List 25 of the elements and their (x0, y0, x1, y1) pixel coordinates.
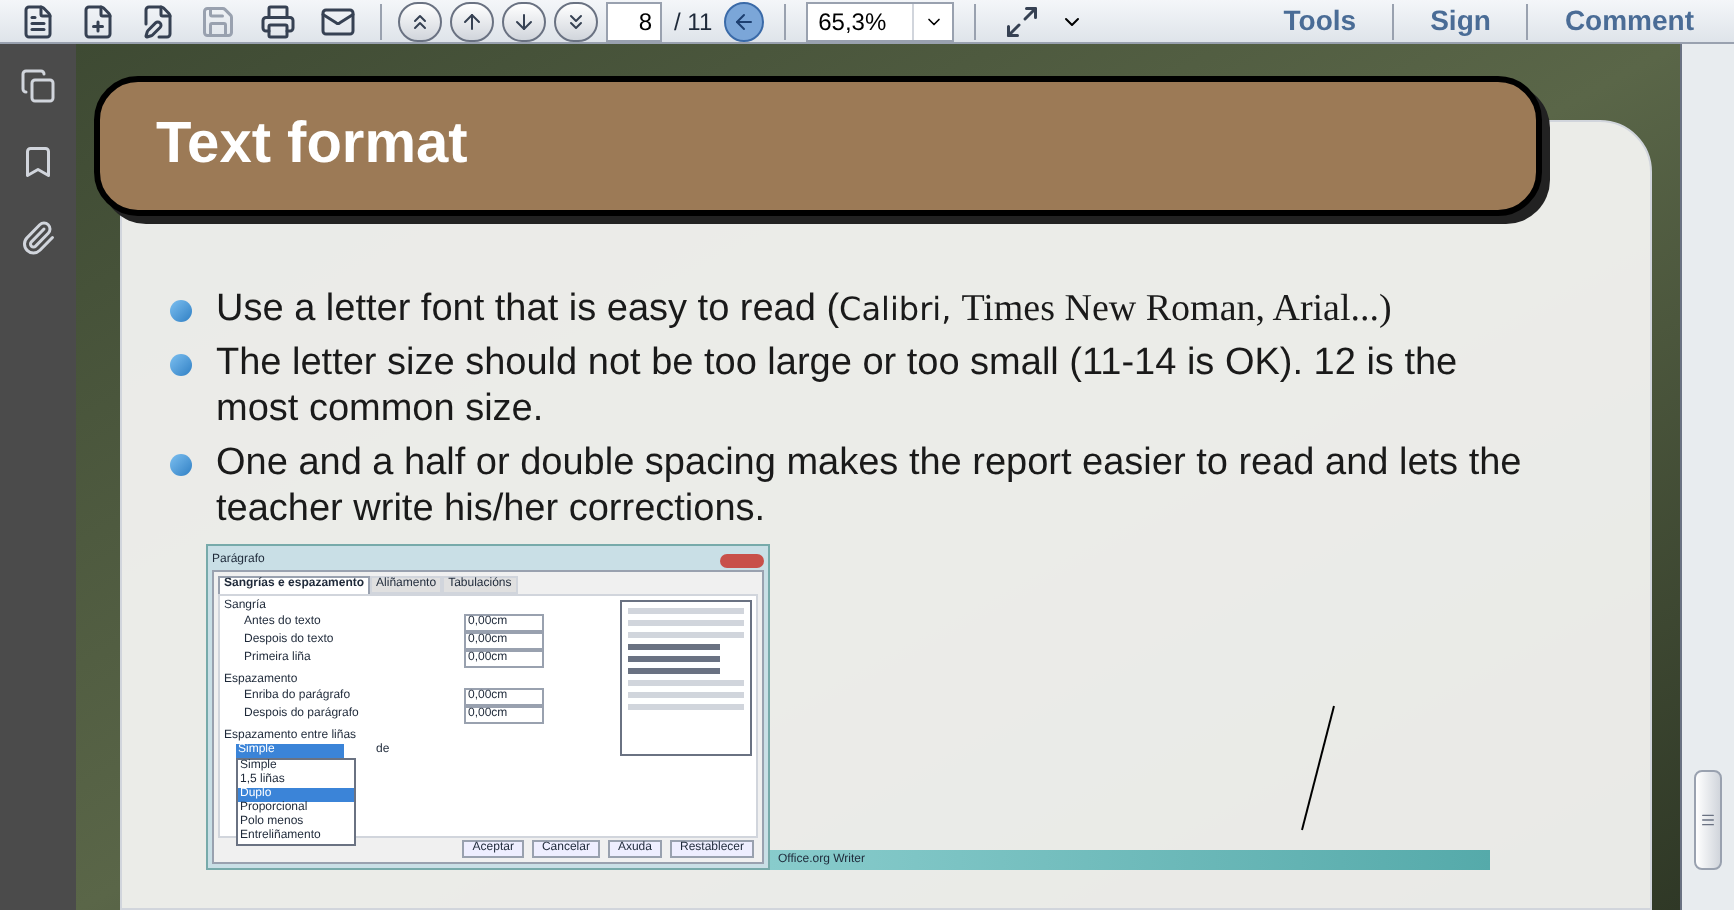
bookmark-icon[interactable] (20, 144, 56, 180)
page-number-field[interactable]: 8 (606, 1, 662, 41)
pages-icon[interactable] (20, 68, 56, 104)
last-page-icon[interactable] (554, 1, 598, 41)
bullet-icon (170, 300, 192, 322)
close-icon (720, 553, 764, 567)
bullet-icon (170, 454, 192, 476)
bullet-text: The letter size should not be too large or too small (11-14 is OK). 12 is the most common size. (216, 340, 1460, 432)
back-icon[interactable] (724, 1, 765, 41)
slide-title: Text format (156, 110, 468, 181)
bullet-icon (170, 354, 192, 376)
toolbar-link[interactable]: Tools (1255, 0, 1385, 42)
bullet-text: Use a letter font that is easy to read (Calibri, Times New Roman, Arial...) (216, 286, 1392, 332)
bullet-text: One and a half or double spacing makes the report easier to read and lets the teacher write his/her corrections. (216, 440, 1524, 532)
previous-page-icon[interactable] (450, 1, 494, 41)
toolbar-link[interactable]: Sign (1402, 0, 1519, 42)
zoom-field[interactable]: 65,3% (806, 1, 955, 41)
scrollbar[interactable] (1680, 44, 1734, 910)
page-total: / 11 (674, 5, 713, 39)
line-drawing (1300, 704, 1336, 832)
next-page-icon[interactable] (502, 1, 546, 41)
attachment-icon[interactable] (20, 220, 56, 256)
scroll-thumb[interactable] (1694, 770, 1722, 870)
toolbar-link[interactable]: Comment (1536, 0, 1722, 42)
first-page-icon[interactable] (398, 1, 442, 41)
